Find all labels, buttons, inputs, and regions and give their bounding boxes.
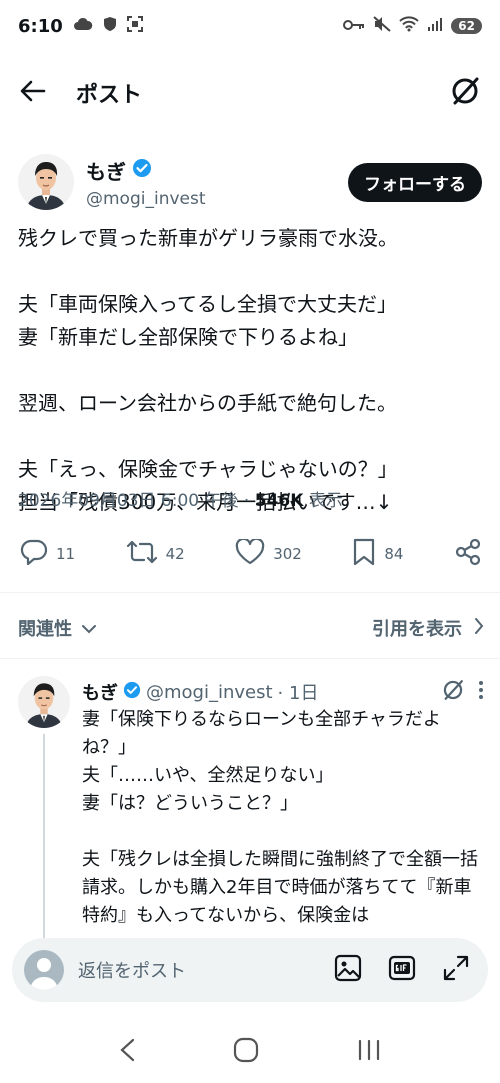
like-button[interactable]: 302: [235, 537, 302, 569]
signal-icon: [427, 16, 443, 37]
page-title: ポスト: [76, 83, 143, 108]
wifi-icon: [399, 15, 419, 37]
tweet-timestamp[interactable]: 2026年09月03日 6:00 午後: [18, 491, 239, 511]
reply-count: 11: [56, 545, 76, 563]
verified-badge-icon: [132, 158, 152, 182]
bookmark-icon: [352, 538, 376, 570]
views-count: 546K: [254, 491, 304, 511]
reply-author-name[interactable]: もぎ: [82, 679, 118, 705]
repost-count: 42: [165, 545, 185, 563]
repost-button[interactable]: 42: [126, 539, 185, 569]
grok-icon[interactable]: [450, 76, 480, 110]
tweet-meta: 2026年09月03日 6:00 午後 · 546K 表示: [18, 486, 488, 511]
arrow-left-icon[interactable]: [20, 80, 46, 106]
relevance-dropdown[interactable]: 関連性: [18, 615, 96, 641]
mute-icon: [373, 15, 391, 37]
chevron-down-icon: [82, 618, 96, 639]
key-icon: [343, 16, 365, 36]
meta-separator: ·: [238, 491, 255, 511]
nav-home-icon[interactable]: [233, 1037, 259, 1067]
tweet-author: もぎ @mogi_invest フォローする: [18, 150, 482, 214]
expand-icon[interactable]: [442, 954, 470, 986]
grok-icon[interactable]: [442, 679, 464, 706]
system-nav-bar: [0, 1020, 500, 1083]
views-label: 表示: [308, 491, 343, 511]
nav-recents-icon[interactable]: [357, 1039, 381, 1065]
author-handle[interactable]: @mogi_invest: [86, 189, 206, 209]
reply-sort-row: 関連性 引用を表示: [18, 612, 484, 644]
divider: [0, 658, 500, 659]
status-bar: 6:10 62: [0, 0, 500, 52]
thread-line: [43, 734, 45, 944]
chevron-right-icon: [474, 617, 484, 639]
reply-icon: [20, 539, 48, 569]
avatar: [24, 950, 64, 990]
image-icon[interactable]: [334, 954, 362, 986]
battery-indicator: 62: [451, 18, 482, 34]
reply-post[interactable]: もぎ @mogi_invest · 1日 妻「保険下りるならローンも全部チャラだ…: [18, 676, 484, 944]
tweet-action-bar: 11 42 302 84: [20, 536, 482, 572]
view-quotes-label: 引用を表示: [372, 619, 462, 640]
reply-time: · 1日: [277, 683, 319, 704]
reply-text: 妻「保険下りるならローンも全部チャラだよね？」 夫「……いや、全然足りない」 妻…: [82, 709, 478, 926]
repost-icon: [126, 539, 158, 569]
screenshot-icon: [126, 15, 143, 37]
nav-back-icon[interactable]: [119, 1038, 135, 1066]
bookmark-count: 84: [384, 545, 404, 563]
reply-compose-bar[interactable]: 返信をポスト: [12, 938, 488, 1002]
avatar[interactable]: [18, 676, 70, 728]
like-count: 302: [273, 545, 302, 563]
bookmark-button[interactable]: 84: [352, 538, 403, 570]
app-header: ポスト: [0, 62, 500, 124]
reply-author-handle[interactable]: @mogi_invest: [146, 682, 273, 703]
follow-button[interactable]: フォローする: [348, 162, 482, 202]
heart-icon: [235, 537, 265, 569]
more-options-icon[interactable]: [478, 680, 484, 705]
cloud-icon: [73, 16, 93, 36]
view-quotes-link[interactable]: 引用を表示: [372, 615, 484, 641]
shield-icon: [103, 16, 117, 37]
reply-header: もぎ @mogi_invest · 1日: [82, 678, 484, 706]
reply-button[interactable]: 11: [20, 539, 75, 569]
divider: [0, 592, 500, 593]
gif-icon[interactable]: [388, 954, 416, 986]
relevance-label: 関連性: [18, 619, 72, 640]
avatar[interactable]: [18, 154, 74, 210]
share-icon[interactable]: [454, 538, 482, 570]
tweet-text: 残クレで買った新車がゲリラ豪雨で水没。 夫「車両保険入ってるし全損で大丈夫だ」 …: [18, 226, 398, 514]
author-name[interactable]: もぎ: [86, 156, 126, 185]
verified-badge-icon: [123, 681, 141, 704]
status-time: 6:10: [18, 15, 63, 37]
reply-input[interactable]: 返信をポスト: [78, 957, 334, 983]
